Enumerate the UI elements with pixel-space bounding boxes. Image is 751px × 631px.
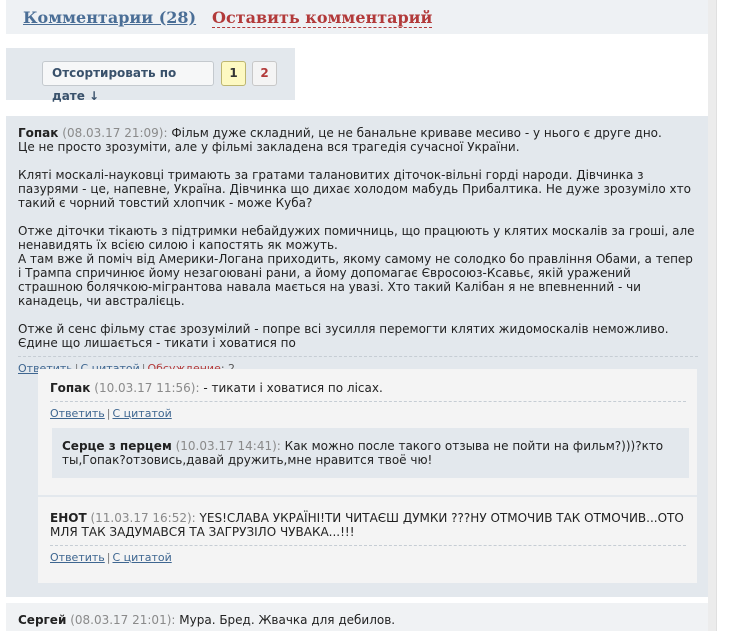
comment-date: (10.03.17 11:56): <box>94 381 200 395</box>
comment-divider <box>50 545 686 546</box>
comment-body: Гопак (10.03.17 11:56): - тикати і ховат… <box>50 381 686 395</box>
comment-paragraph: Кляті москалі-науковці тримають за грата… <box>18 168 691 210</box>
comment-author[interactable]: Гопак <box>18 126 58 140</box>
reply-comment: ЕНОТ (11.03.17 16:52): YES!СЛАВА УКРАЇНІ… <box>38 497 697 583</box>
comment-actions: Ответить | С цитатой <box>50 551 172 564</box>
comment-date: (08.03.17 21:01): <box>70 613 176 627</box>
comments-header: Комментарии (28) Оставить комментарий <box>6 0 708 34</box>
comment: Сергей (08.03.17 21:01): Мура. Бред. Жва… <box>6 603 708 631</box>
nested-reply-comment: Серце з перцем (10.03.17 14:41): Как мож… <box>52 428 689 478</box>
comment-actions: Ответить | С цитатой <box>50 407 172 420</box>
reply-link[interactable]: Ответить <box>50 551 105 564</box>
reply-link[interactable]: Ответить <box>50 407 105 420</box>
comment-date: (08.03.17 21:09): <box>62 126 168 140</box>
comment-date: (11.03.17 16:52): <box>90 511 196 525</box>
comment-divider <box>50 401 686 402</box>
comment-paragraph: Отже й сенс фільму стає зрозумілий - поп… <box>18 322 669 350</box>
comment-text: - тикати і ховатися по лісах. <box>203 381 383 395</box>
tab-comments[interactable]: Комментарии (28) <box>23 8 196 27</box>
comment-body: Гопак (08.03.17 21:09): Фільм дуже склад… <box>18 126 698 350</box>
comment: Гопак (08.03.17 21:09): Фільм дуже склад… <box>18 126 698 375</box>
comment-body: Серце з перцем (10.03.17 14:41): Как мож… <box>62 439 672 467</box>
comment-body: ЕНОТ (11.03.17 16:52): YES!СЛАВА УКРАЇНІ… <box>50 511 686 539</box>
comment-author[interactable]: Гопак <box>50 381 90 395</box>
comment-divider <box>18 356 698 357</box>
comment-thread: Гопак (08.03.17 21:09): Фільм дуже склад… <box>6 116 708 597</box>
comment-author[interactable]: ЕНОТ <box>50 511 87 525</box>
page-2-button[interactable]: 2 <box>252 61 277 86</box>
page-scroll-rail <box>708 0 716 631</box>
comment-date: (10.03.17 14:41): <box>175 439 281 453</box>
quote-link[interactable]: С цитатой <box>112 407 171 420</box>
tab-leave-comment[interactable]: Оставить комментарий <box>212 8 433 28</box>
sort-toolbar: Отсортировать по дате ↓ 1 2 <box>6 48 295 103</box>
quote-link[interactable]: С цитатой <box>112 551 171 564</box>
comment-author[interactable]: Сергей <box>18 613 66 627</box>
page-1-button[interactable]: 1 <box>221 61 246 86</box>
sort-by-date-button[interactable]: Отсортировать по дате ↓ <box>42 61 214 103</box>
comment-body: Сергей (08.03.17 21:01): Мура. Бред. Жва… <box>18 613 395 627</box>
page-divider <box>716 0 717 631</box>
comment-text: Мура. Бред. Жвачка для дебилов. <box>179 613 396 627</box>
comment-paragraph: Отже діточки тікають з підтримки небайду… <box>18 224 695 308</box>
comment-author[interactable]: Серце з перцем <box>62 439 172 453</box>
